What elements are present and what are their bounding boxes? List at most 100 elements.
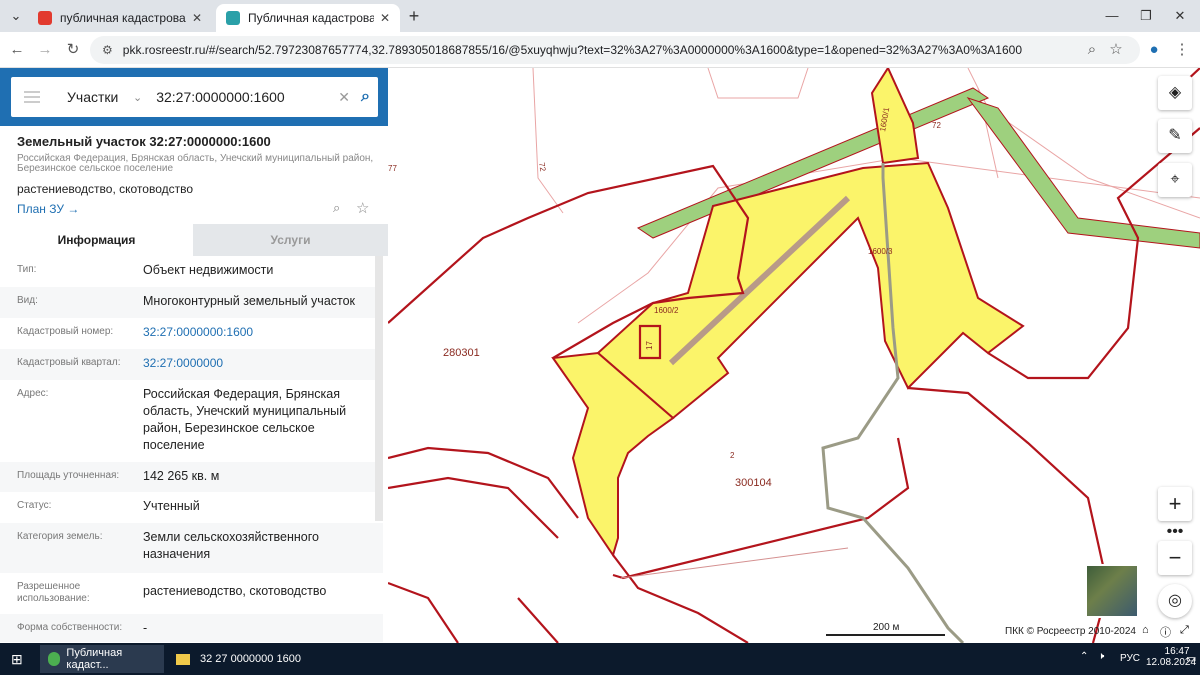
- boundary-line: [612, 554, 749, 643]
- panel-tabs: Информация Услуги: [0, 224, 388, 256]
- rosreestr-favicon-icon: [226, 11, 240, 25]
- layers-icon[interactable]: ◈: [1158, 76, 1192, 110]
- windows-start-icon[interactable]: ⊞: [11, 651, 23, 668]
- address-bar[interactable]: ⚙ pkk.rosreestr.ru/#/search/52.797230876…: [90, 36, 1140, 64]
- browser-tab-inactive[interactable]: публичная кадастровая карта ✕: [28, 4, 212, 32]
- fullscreen-icon[interactable]: ⤢: [1180, 624, 1189, 637]
- row-value: растениеводство, скотоводство: [143, 584, 327, 598]
- site-settings-icon[interactable]: ⚙: [102, 43, 113, 57]
- bookmark-star-icon[interactable]: ☆: [1106, 40, 1126, 60]
- favorite-star-icon[interactable]: ☆: [356, 199, 369, 217]
- menu-icon[interactable]: [24, 88, 40, 106]
- table-row: Тип: Объект недвижимости: [0, 256, 383, 287]
- row-value: Объект недвижимости: [143, 263, 274, 277]
- taskbar-item-folder[interactable]: 32 27 0000000 1600: [168, 645, 328, 673]
- search-type-select[interactable]: Участки: [67, 89, 127, 105]
- table-row: Разрешенное использование: растениеводств…: [0, 573, 383, 614]
- forward-arrow-icon[interactable]: →: [35, 40, 55, 60]
- close-tab-icon[interactable]: ✕: [192, 11, 202, 25]
- quarter-label-280301: 280301: [443, 347, 480, 359]
- locate-crosshair-icon[interactable]: ⌖: [1158, 163, 1192, 197]
- yandex-favicon-icon: [38, 11, 52, 25]
- parcel-1600-2-3-outline: [596, 161, 1025, 420]
- close-tab-icon[interactable]: ✕: [380, 11, 390, 25]
- boundary-line: [517, 597, 559, 643]
- row-key: Категория земель:: [17, 531, 103, 542]
- tab-list-chevron-icon[interactable]: ⌄: [6, 6, 26, 26]
- table-row: Кадастровый квартал: 32:27:0000000: [0, 349, 383, 380]
- satellite-minimap[interactable]: [1085, 564, 1139, 618]
- taskbar-item-chrome[interactable]: Публичная кадаст...: [40, 645, 164, 673]
- row-value: Земли сельскохозяйственного назначения: [143, 530, 319, 561]
- row-key: Кадастровый номер:: [17, 326, 114, 337]
- info-icon[interactable]: ⓘ: [1160, 624, 1171, 640]
- notification-icon[interactable]: ▭: [1186, 652, 1196, 665]
- map-view[interactable]: 1600/1 1600/2 1600/3 17 77 72 72 2 28030…: [388, 68, 1200, 643]
- row-value: Многоконтурный земельный участок: [143, 294, 356, 308]
- zoom-out-icon[interactable]: −: [1158, 541, 1192, 575]
- label-77: 77: [388, 164, 397, 173]
- home-icon[interactable]: ⌂: [1142, 624, 1149, 636]
- search-icon[interactable]: ⌕: [361, 88, 370, 106]
- row-key: Кадастровый квартал:: [17, 357, 121, 368]
- cadastral-number-link[interactable]: 32:27:0000000:1600: [143, 318, 373, 349]
- taskbar: ⊞ Публичная кадаст... 32 27 0000000 1600…: [0, 643, 1200, 675]
- clear-icon[interactable]: ✕: [338, 89, 350, 106]
- browser-tab-bar: ⌄ публичная кадастровая карта ✕ Публична…: [0, 0, 1200, 32]
- boundary-line: [612, 437, 910, 580]
- window-close-icon[interactable]: ✕: [1170, 6, 1190, 26]
- cadastral-map: 1600/1 1600/2 1600/3 17 77 72 72 2 28030…: [388, 68, 1200, 643]
- new-tab-plus-icon[interactable]: +: [404, 6, 424, 26]
- label-1600-3: 1600/3: [868, 247, 893, 256]
- profile-avatar-icon[interactable]: ●: [1144, 40, 1164, 60]
- table-row: Форма собственности: -: [0, 614, 383, 642]
- info-table: Тип: Объект недвижимости Вид: Многоконтурн…: [0, 256, 383, 642]
- cadastral-quarter-link[interactable]: 32:27:0000000: [143, 349, 373, 380]
- language-indicator[interactable]: РУС: [1120, 653, 1140, 664]
- row-key: Статус:: [17, 500, 52, 511]
- volume-icon[interactable]: 🕨: [1098, 651, 1104, 662]
- object-title: Земельный участок 32:27:0000000:1600: [17, 134, 271, 149]
- label-2: 2: [730, 451, 735, 460]
- label-72: 72: [537, 162, 548, 173]
- table-row: Вид: Многоконтурный земельный участок: [0, 287, 383, 318]
- label-72-road: 72: [932, 121, 941, 130]
- browser-tab-active[interactable]: Публичная кадастровая карта ✕: [216, 4, 400, 32]
- row-key: Вид:: [17, 295, 38, 306]
- map-thin-line: [532, 68, 564, 214]
- folder-icon: [176, 653, 190, 665]
- table-row: Площадь уточненная: 142 265 кв. м: [0, 462, 383, 492]
- tab-services[interactable]: Услуги: [193, 224, 388, 256]
- ruler-icon[interactable]: ✎: [1158, 119, 1192, 153]
- table-row: Категория земель: Земли сельскохозяйствен…: [0, 523, 383, 573]
- tab-information[interactable]: Информация: [0, 224, 193, 256]
- scale-label: 200 м: [873, 622, 900, 633]
- boundary-line: [388, 476, 559, 539]
- plan-link-label: План ЗУ: [17, 202, 64, 216]
- table-row: Статус: Учтенный: [0, 492, 383, 523]
- zoom-search-icon[interactable]: ⌕: [1082, 40, 1102, 60]
- plan-link[interactable]: План ЗУ →: [17, 202, 79, 216]
- tray-chevron-icon[interactable]: ⌃: [1080, 651, 1088, 662]
- browser-menu-icon[interactable]: ⋮: [1172, 40, 1192, 60]
- zoom-to-object-icon[interactable]: ⌕: [333, 200, 340, 216]
- reload-icon[interactable]: ↻: [63, 40, 83, 60]
- chevron-down-icon[interactable]: ⌄: [133, 91, 142, 104]
- minimize-icon[interactable]: —: [1102, 6, 1122, 26]
- quarter-label-300104: 300104: [735, 477, 772, 489]
- maximize-icon[interactable]: ❐: [1136, 6, 1156, 26]
- table-row: Кадастровый номер: 32:27:0000000:1600: [0, 318, 383, 349]
- search-input[interactable]: 32:27:0000000:1600: [156, 89, 336, 105]
- compass-icon[interactable]: ◎: [1158, 584, 1192, 618]
- scale-bar: [826, 634, 945, 636]
- tab-title: Публичная кадастровая карта: [248, 11, 374, 25]
- map-thin-line: [707, 68, 809, 99]
- arrow-right-icon: →: [67, 202, 80, 216]
- row-key: Адрес:: [17, 388, 49, 399]
- row-value: Учтенный: [143, 499, 200, 513]
- back-arrow-icon[interactable]: ←: [7, 40, 27, 60]
- taskbar-item-label: 32 27 0000000 1600: [200, 653, 301, 665]
- panel-scrollbar[interactable]: [375, 256, 383, 521]
- row-value: 142 265 кв. м: [143, 469, 220, 483]
- search-bar: Участки ⌄ 32:27:0000000:1600 ✕ ⌕: [11, 77, 378, 117]
